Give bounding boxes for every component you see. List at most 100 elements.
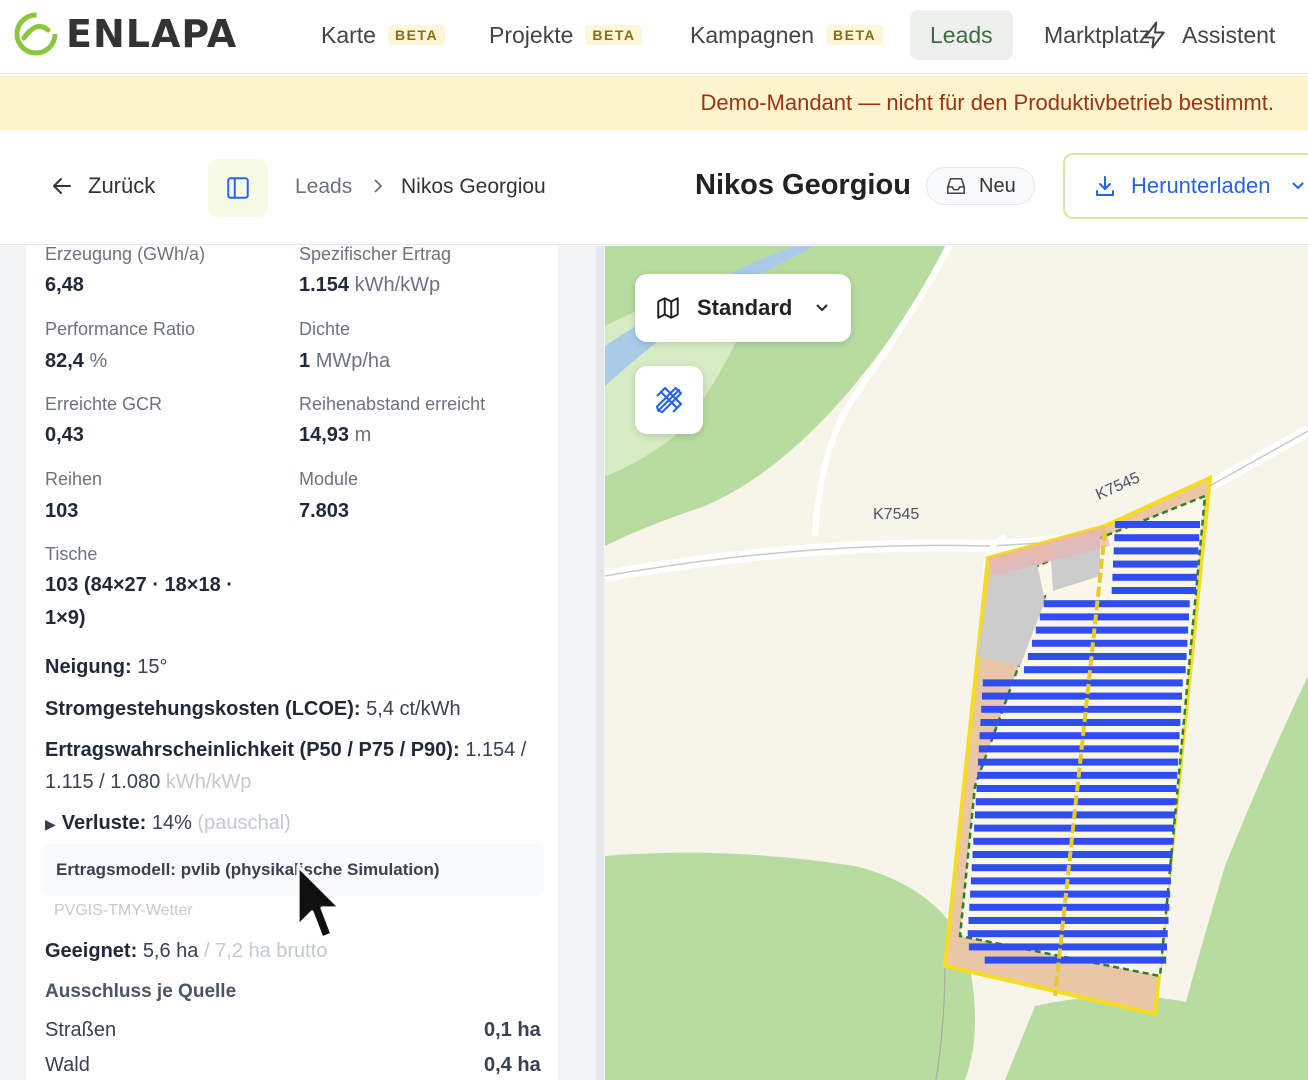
top-navigation: ENLAPA Karte BETA Projekte BETA Kampagne… — [0, 0, 1308, 74]
neigung-value: 15° — [137, 656, 168, 678]
map-view[interactable]: K7545 K7545 Standard — [605, 246, 1308, 1080]
map-layer-select[interactable]: Standard — [635, 274, 851, 342]
unit: % — [89, 350, 108, 372]
metric-label-gcr: Erreichte GCR — [45, 394, 163, 414]
nav-item-label: Marktplatz — [1044, 21, 1151, 48]
pv-row — [1043, 600, 1190, 608]
panel-scrollbar[interactable] — [596, 246, 604, 1080]
analysis-panel: Erzeugung (GWh/a) 6,48 Spezifischer Ertr… — [26, 246, 558, 1080]
logo-text: ENLAPA — [66, 12, 238, 56]
lcoe-row: Stromgestehungskosten (LCOE): 5,4 ct/kWh — [45, 698, 461, 721]
lcoe-label: Stromgestehungskosten (LCOE): — [45, 698, 361, 720]
pv-row — [982, 679, 1183, 687]
chevron-down-icon — [1292, 182, 1305, 190]
metric-label-ertrag: Spezifischer Ertrag — [299, 246, 452, 264]
nav-item-karte[interactable]: Karte BETA — [301, 10, 465, 60]
breadcrumb-current: Nikos Georgiou — [401, 175, 546, 198]
model-text: Ertragsmodell: pvlib (physikalische Simu… — [56, 860, 440, 879]
beta-badge: BETA — [826, 25, 884, 45]
metric-value-reihenabstand: 14,93 m — [299, 424, 371, 447]
ausschluss-label: Straßen — [45, 1019, 117, 1041]
neigung-label: Neigung: — [45, 656, 132, 678]
verluste-toggle[interactable]: ▶ Verluste: 14% (pauschal) — [45, 812, 291, 835]
pv-row — [969, 903, 1170, 911]
beta-badge: BETA — [585, 25, 643, 45]
pv-row — [968, 917, 1169, 924]
metric-value-pr: 82,4 % — [45, 350, 107, 373]
value: 1.154 — [299, 274, 350, 296]
pv-row — [982, 692, 1182, 700]
forest-area — [605, 852, 975, 1080]
metric-value-tische-line1: 103 (84×27 · 18×18 · — [45, 574, 233, 596]
back-button[interactable]: Zurück — [50, 173, 155, 199]
nav-item-assistent[interactable]: Assistent — [1140, 10, 1295, 60]
metric-value-dichte: 1 MWp/ha — [299, 350, 390, 373]
nav-item-label: Projekte — [489, 21, 574, 48]
metric-label-tische: Tische — [45, 544, 98, 564]
map-canvas — [605, 246, 1308, 1080]
enlapa-logo[interactable]: ENLAPA — [14, 12, 237, 56]
ausschluss-title: Ausschluss je Quelle — [45, 981, 237, 1002]
nav-item-label: Karte — [321, 21, 376, 48]
nav-item-label: Kampagnen — [690, 21, 815, 48]
pv-row — [967, 930, 1168, 938]
back-label: Zurück — [88, 173, 156, 198]
pv-row — [980, 719, 1181, 726]
pv-row — [1113, 560, 1198, 568]
page-title: Nikos Georgiou — [695, 169, 911, 201]
draw-tools-button[interactable] — [635, 366, 703, 434]
pv-row — [970, 890, 1171, 898]
pv-row — [978, 758, 1178, 766]
geeignet-label: Geeignet: — [45, 940, 138, 962]
map-layer-label: Standard — [697, 295, 793, 320]
unit: MWp/ha — [315, 350, 391, 372]
nav-item-kampagnen[interactable]: Kampagnen BETA — [670, 10, 903, 60]
p-label: Ertragswahrscheinlichkeit (P50 / P75 / P… — [45, 739, 460, 761]
geeignet-value: 5,6 ha — [142, 940, 199, 962]
lightning-icon — [1144, 21, 1165, 49]
pv-row — [1035, 626, 1189, 634]
metric-value-erzeugung: 6,48 — [45, 274, 84, 296]
value: 1 — [299, 350, 311, 372]
unit: m — [354, 424, 372, 446]
arrow-left-icon — [53, 178, 71, 194]
metric-label-module: Module — [299, 469, 359, 489]
metric-value-tische-line2: 1×9) — [45, 607, 86, 629]
sidebar-toggle-button[interactable] — [208, 159, 268, 217]
p-value1: 1.154 / — [465, 739, 527, 761]
pv-row — [972, 851, 1173, 858]
map-icon — [657, 297, 679, 319]
ruler-pencil-icon — [655, 386, 683, 414]
value: 82,4 — [45, 350, 84, 372]
pv-row — [1112, 573, 1197, 581]
pv-row — [970, 877, 1171, 885]
breadcrumb-leads[interactable]: Leads — [295, 175, 352, 199]
ausschluss-label: Wald — [45, 1054, 90, 1076]
pv-row — [1111, 587, 1196, 594]
metric-label-reihenabstand: Reihenabstand erreicht — [299, 394, 486, 414]
banner-text: Demo-Mandant — nicht für den Produktivbe… — [700, 90, 1274, 115]
unit: kWh/kWp — [354, 274, 441, 296]
mouse-cursor-icon — [296, 864, 342, 940]
metric-value-reihen: 103 — [45, 500, 79, 522]
value: 14,93 — [299, 424, 350, 446]
verluste-note: (pauschal) — [197, 812, 291, 834]
road-label: K7545 — [873, 506, 920, 523]
page-header: Zurück Leads Nikos Georgiou Nikos Georgi… — [0, 131, 1308, 245]
pv-row — [1027, 653, 1187, 660]
pv-row — [1039, 613, 1189, 621]
status-badge[interactable]: Neu — [926, 167, 1035, 205]
metric-label-erzeugung: Erzeugung (GWh/a) — [45, 246, 206, 264]
metric-label-pr: Performance Ratio — [45, 319, 196, 339]
beta-badge: BETA — [387, 25, 446, 45]
p-row-continued: 1.115 / 1.080 kWh/kWp — [45, 771, 251, 794]
sidebar-icon — [227, 177, 249, 199]
download-button[interactable]: Herunterladen — [1063, 153, 1308, 219]
nav-item-leads[interactable]: Leads — [910, 10, 1013, 60]
nav-item-label: Leads — [930, 21, 993, 48]
demo-banner: Demo-Mandant — nicht für den Produktivbe… — [0, 76, 1308, 130]
pv-row — [968, 943, 1167, 951]
nav-item-projekte[interactable]: Projekte BETA — [469, 10, 662, 60]
metric-label-reihen: Reihen — [45, 469, 103, 489]
metric-value-ertrag: 1.154 kWh/kWp — [299, 274, 440, 297]
